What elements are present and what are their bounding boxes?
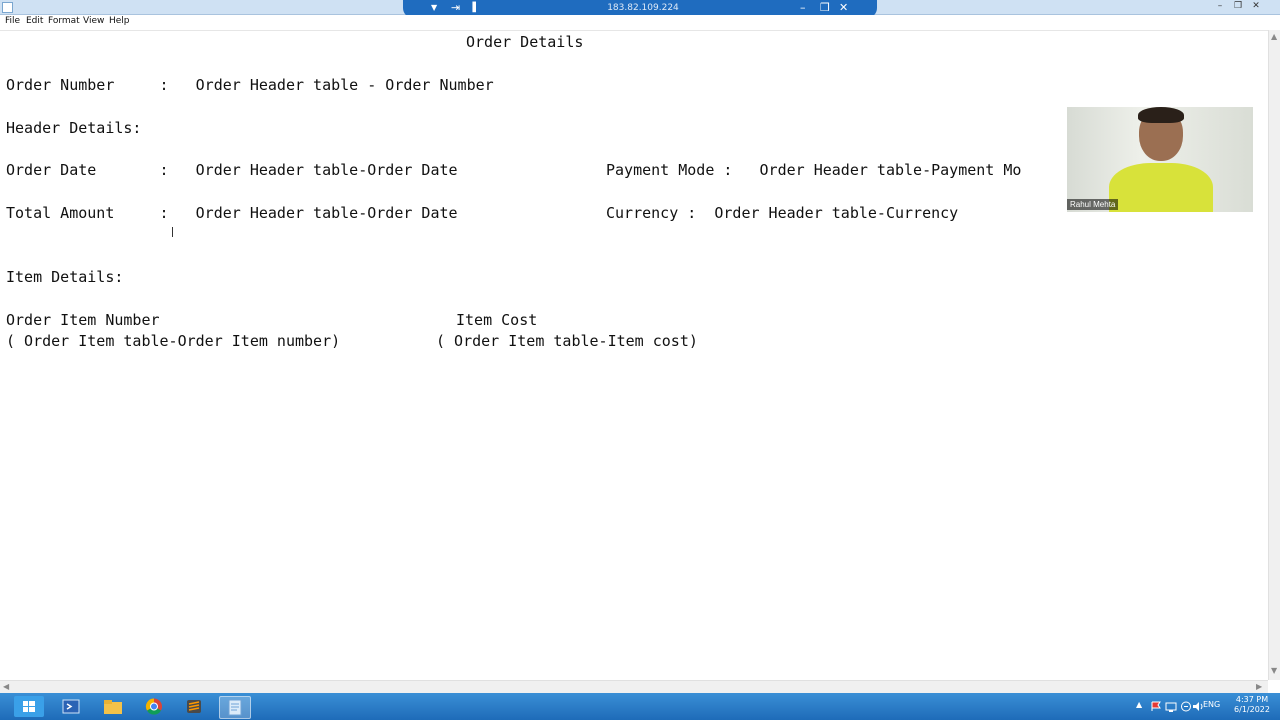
- scroll-left-icon[interactable]: ◀: [3, 682, 9, 691]
- menubar: File Edit Format View Help: [0, 15, 1280, 29]
- sublime-text-icon: [187, 700, 201, 713]
- webcam-video-overlay: Rahul Mehta: [1067, 107, 1253, 212]
- item-details-heading: Item Details:: [6, 268, 124, 286]
- folder-icon: [104, 700, 122, 714]
- pin-icon[interactable]: ⇥: [451, 1, 460, 15]
- doc-title: Order Details: [466, 33, 584, 51]
- remote-ip-address: 183.82.109.224: [607, 3, 679, 13]
- powershell-icon: [62, 699, 80, 714]
- remote-session-icon[interactable]: [1180, 701, 1192, 712]
- notepad-app-icon: [2, 2, 13, 13]
- chevron-down-icon[interactable]: ▼: [431, 1, 437, 15]
- scroll-up-icon[interactable]: ▲: [1271, 32, 1277, 41]
- order-item-number-label: Order Item Number: [6, 311, 160, 329]
- remote-close-icon[interactable]: ✕: [839, 1, 848, 15]
- network-icon[interactable]: [1165, 701, 1177, 712]
- scroll-right-icon[interactable]: ▶: [1256, 682, 1262, 691]
- menu-help[interactable]: Help: [109, 16, 130, 26]
- remote-restore-icon[interactable]: ❒: [820, 1, 830, 15]
- restore-icon[interactable]: ❒: [1229, 0, 1247, 13]
- ibeam-cursor-icon: [172, 227, 173, 237]
- minimize-icon[interactable]: –: [1211, 0, 1229, 13]
- menu-format[interactable]: Format: [48, 16, 80, 26]
- notepad-taskbar-button[interactable]: [219, 696, 251, 719]
- chrome-icon: [145, 698, 162, 715]
- remote-minimize-icon[interactable]: –: [800, 1, 806, 15]
- clock-time: 4:37 PM: [1235, 695, 1269, 704]
- item-cost-value: ( Order Item table-Item cost): [436, 332, 698, 350]
- vertical-scrollbar[interactable]: ▲ ▼: [1268, 30, 1280, 680]
- powershell-taskbar-button[interactable]: [56, 696, 86, 717]
- item-cost-label: Item Cost: [456, 311, 538, 329]
- webcam-person-hair: [1138, 107, 1184, 123]
- close-icon[interactable]: ✕: [1247, 0, 1265, 13]
- taskbar: ▲ ENG 4:37 PM 6/1/2022: [0, 693, 1280, 720]
- total-amount-line: Total Amount : Order Header table-Order …: [6, 204, 458, 222]
- currency-line: Currency : Order Header table-Currency: [606, 204, 959, 222]
- windows-logo-icon: [23, 701, 35, 712]
- system-clock[interactable]: 4:37 PM 6/1/2022: [1228, 695, 1276, 715]
- explorer-taskbar-button[interactable]: [98, 696, 128, 717]
- webcam-person-shirt: [1109, 163, 1213, 212]
- clock-date: 6/1/2022: [1234, 705, 1270, 714]
- start-button[interactable]: [14, 696, 44, 717]
- menu-edit[interactable]: Edit: [26, 16, 43, 26]
- notepad-icon: [228, 699, 242, 716]
- horizontal-scrollbar[interactable]: ◀ ▶: [0, 680, 1268, 693]
- payment-mode-line: Payment Mode : Order Header table-Paymen…: [606, 161, 1022, 179]
- order-date-line: Order Date : Order Header table-Order Da…: [6, 161, 458, 179]
- webcam-participant-name: Rahul Mehta: [1067, 199, 1119, 210]
- scroll-down-icon[interactable]: ▼: [1271, 666, 1277, 675]
- language-indicator[interactable]: ENG: [1203, 700, 1220, 709]
- menu-file[interactable]: File: [5, 16, 20, 26]
- order-item-number-value: ( Order Item table-Order Item number): [6, 332, 341, 350]
- menu-view[interactable]: View: [83, 16, 104, 26]
- tray-expand-icon[interactable]: ▲: [1136, 700, 1142, 709]
- chrome-taskbar-button[interactable]: [139, 696, 169, 717]
- sublime-taskbar-button[interactable]: [179, 696, 209, 717]
- signal-icon: ▐: [469, 3, 476, 13]
- order-number-line: Order Number : Order Header table - Orde…: [6, 76, 494, 94]
- header-details-heading: Header Details:: [6, 119, 142, 137]
- security-flag-icon[interactable]: [1150, 701, 1162, 712]
